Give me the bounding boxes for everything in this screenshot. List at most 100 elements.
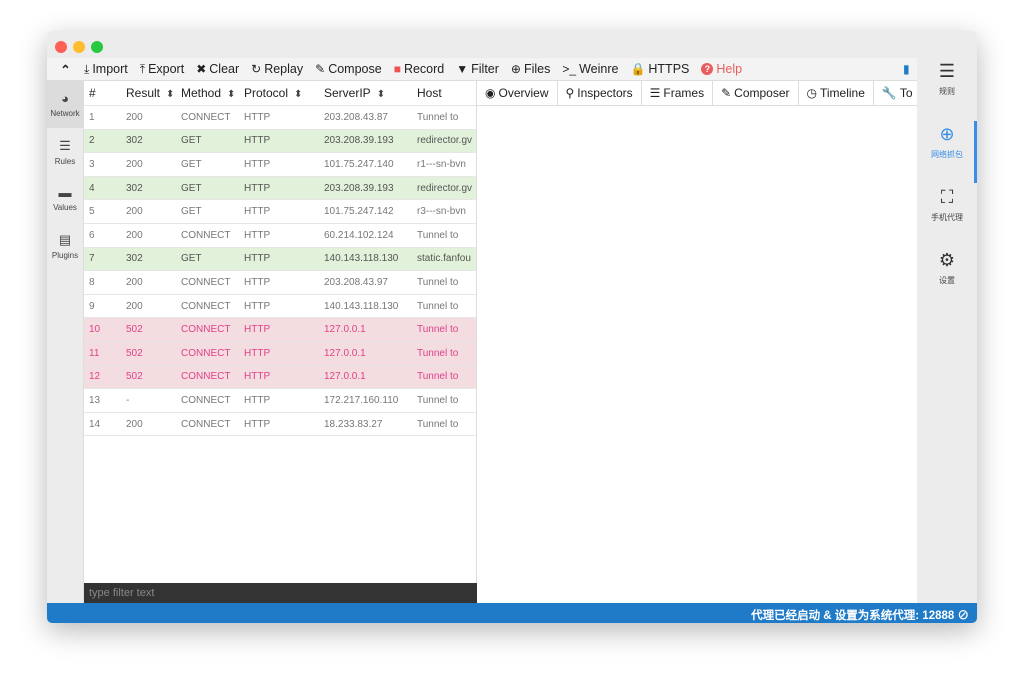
filter-input[interactable]: type filter text — [84, 583, 477, 603]
cell: 302 — [126, 135, 143, 147]
toolbar-label: HTTPS — [648, 62, 690, 76]
cell: redirector.gv — [417, 135, 473, 147]
cell: 127.0.0.1 — [324, 347, 366, 359]
cell: HTTP — [244, 158, 271, 170]
collapse-icon[interactable]: ⌃ — [47, 62, 84, 77]
table-row[interactable]: 10 502 CONNECT HTTP 127.0.0.1 Tunnel to — [84, 318, 476, 342]
clear-icon: ✖ — [196, 62, 207, 76]
app-window: ⌃ ⤓ Import ⤒ Export ✖ Clear ↻ Replay ✎ Compose ■ Re… — [47, 31, 977, 623]
tab-composer[interactable]: ✎ Composer — [713, 81, 799, 105]
record-icon: ■ — [393, 62, 401, 76]
scrollbar[interactable] — [974, 121, 977, 183]
table-row[interactable]: 7 302 GET HTTP 140.143.118.130 static.fanfou — [84, 247, 476, 272]
table-row[interactable]: 1 200 CONNECT HTTP 203.208.43.87 Tunnel to — [84, 106, 476, 130]
table-row[interactable]: 6 200 CONNECT HTTP 60.214.102.124 Tunnel to — [84, 224, 476, 248]
toolbar-label: Replay — [264, 62, 304, 76]
network-icon: ◕ — [61, 91, 69, 106]
table-row[interactable]: 2 302 GET HTTP 203.208.39.193 redirector.gv — [84, 129, 476, 154]
lock-icon: 🔒 — [630, 62, 646, 76]
sidebar-item-network[interactable]: ◕ Network — [47, 81, 83, 128]
sidebar-item-plugins[interactable]: ▤ Plugins — [47, 222, 83, 269]
toolbar-compose-button[interactable]: ✎ Compose — [315, 62, 382, 76]
inspectors-icon: ⚲ — [565, 86, 575, 100]
weinre-icon: >_ — [562, 62, 577, 76]
cell: 140.143.118.130 — [324, 253, 399, 265]
toolbar-label: Compose — [328, 62, 382, 76]
cell: CONNECT — [181, 300, 231, 312]
toolbar-https-button[interactable]: 🔒 HTTPS — [630, 62, 689, 76]
table-row[interactable]: 4 302 GET HTTP 203.208.39.193 redirector.gv — [84, 176, 476, 201]
table-row[interactable]: 9 200 CONNECT HTTP 140.143.118.130 Tunnel to — [84, 295, 476, 319]
toolbar-record-button[interactable]: ■ Record — [394, 62, 445, 76]
column-header-number[interactable]: # — [84, 86, 126, 100]
tab-label: To — [899, 86, 913, 100]
column-header-protocol[interactable]: Protocol ⬍ — [244, 86, 324, 100]
table-row[interactable]: 8 200 CONNECT HTTP 203.208.43.97 Tunnel to — [84, 271, 476, 295]
table-row[interactable]: 3 200 GET HTTP 101.75.247.140 r1---sn-bvn — [84, 153, 476, 177]
close-window-button[interactable] — [55, 41, 67, 53]
zoom-window-button[interactable] — [91, 41, 103, 53]
sidebar-item-label: 手机代理 — [931, 212, 963, 222]
sidebar-item-values[interactable]: ▬ Values — [47, 175, 83, 222]
column-header-result[interactable]: Result ⬍ — [126, 86, 181, 100]
cell: 502 — [126, 347, 143, 359]
column-header-method[interactable]: Method ⬍ — [181, 86, 244, 100]
sidebar-item-rules[interactable]: ☰ 规则 — [917, 47, 977, 110]
cell: CONNECT — [181, 394, 231, 406]
cell: HTTP — [244, 135, 271, 147]
toolbar-files-button[interactable]: ⊕ Files — [511, 62, 550, 76]
cell: 127.0.0.1 — [324, 371, 366, 383]
values-icon: ▬ — [58, 185, 72, 200]
tab-overview[interactable]: ◉ Overview — [477, 81, 558, 105]
cell: 3 — [89, 158, 95, 170]
sort-icon[interactable]: ⬍ — [294, 89, 302, 100]
cell: static.fanfou — [417, 253, 471, 265]
compose-icon: ✎ — [315, 62, 326, 76]
stats-icon[interactable]: ▮ — [903, 62, 910, 76]
sort-icon[interactable]: ⬍ — [227, 89, 235, 100]
toolbar: ⌃ ⤓ Import ⤒ Export ✖ Clear ↻ Replay ✎ Compose ■ Re… — [47, 58, 917, 81]
cell: HTTP — [244, 206, 271, 218]
table-row[interactable]: 13 - CONNECT HTTP 172.217.160.110 Tunnel to — [84, 389, 476, 413]
cell: HTTP — [244, 300, 271, 312]
cell: 203.208.43.97 — [324, 276, 388, 288]
cell: - — [126, 394, 130, 406]
toolbar-export-button[interactable]: ⤒ Export — [140, 62, 184, 77]
status-bar: 代理已经启动 & 设置为系统代理: 12888 ⊘ — [47, 603, 977, 623]
sidebar-item-label: Plugins — [51, 250, 79, 260]
cell: Tunnel to — [417, 111, 459, 123]
tab-timeline[interactable]: ◷ Timeline — [799, 81, 874, 105]
sidebar-item-rules[interactable]: ☰ Rules — [47, 128, 83, 175]
toolbar-filter-button[interactable]: ▼ Filter — [456, 62, 499, 76]
tab-to[interactable]: 🔧 To — [874, 81, 917, 105]
table-row[interactable]: 14 200 CONNECT HTTP 18.233.83.27 Tunnel to — [84, 413, 476, 437]
table-row[interactable]: 12 502 CONNECT HTTP 127.0.0.1 Tunnel to — [84, 365, 476, 390]
toolbar-weinre-button[interactable]: >_ Weinre — [562, 62, 618, 76]
cell: 502 — [126, 371, 143, 383]
cell: GET — [181, 158, 202, 170]
minimize-window-button[interactable] — [73, 41, 85, 53]
cell: CONNECT — [181, 418, 231, 430]
sidebar-item-label: 规则 — [939, 86, 955, 96]
table-row[interactable]: 11 502 CONNECT HTTP 127.0.0.1 Tunnel to — [84, 341, 476, 366]
tab-inspectors[interactable]: ⚲ Inspectors — [558, 81, 642, 105]
column-header-serverip[interactable]: ServerIP ⬍ — [324, 86, 417, 100]
column-header-host[interactable]: Host — [417, 86, 476, 100]
toolbar-import-button[interactable]: ⤓ Import — [84, 62, 128, 77]
sort-icon[interactable]: ⬍ — [377, 89, 385, 100]
toolbar-replay-button[interactable]: ↻ Replay — [251, 62, 303, 76]
sidebar-item-network-capture[interactable]: ⊕ 网络抓包 — [917, 110, 977, 173]
toolbar-help-button[interactable]: ? Help — [701, 62, 742, 76]
replay-icon: ↻ — [251, 62, 262, 76]
table-row[interactable]: 5 200 GET HTTP 101.75.247.142 r3---sn-bvn — [84, 200, 476, 224]
table-header: # Result ⬍ Method ⬍ Protocol ⬍ ServerIP ⬍ Host — [84, 81, 476, 106]
sidebar-item-settings[interactable]: ⚙ 设置 — [917, 236, 977, 299]
cell: GET — [181, 253, 202, 265]
cell: 1 — [89, 111, 95, 123]
cell: HTTP — [244, 347, 271, 359]
sort-icon[interactable]: ⬍ — [166, 89, 174, 100]
sidebar-item-mobile-proxy[interactable]: ⛶ 手机代理 — [917, 173, 977, 236]
tab-frames[interactable]: ☰ Frames — [642, 81, 714, 105]
export-icon: ⤒ — [139, 61, 146, 76]
toolbar-clear-button[interactable]: ✖ Clear — [196, 62, 239, 76]
